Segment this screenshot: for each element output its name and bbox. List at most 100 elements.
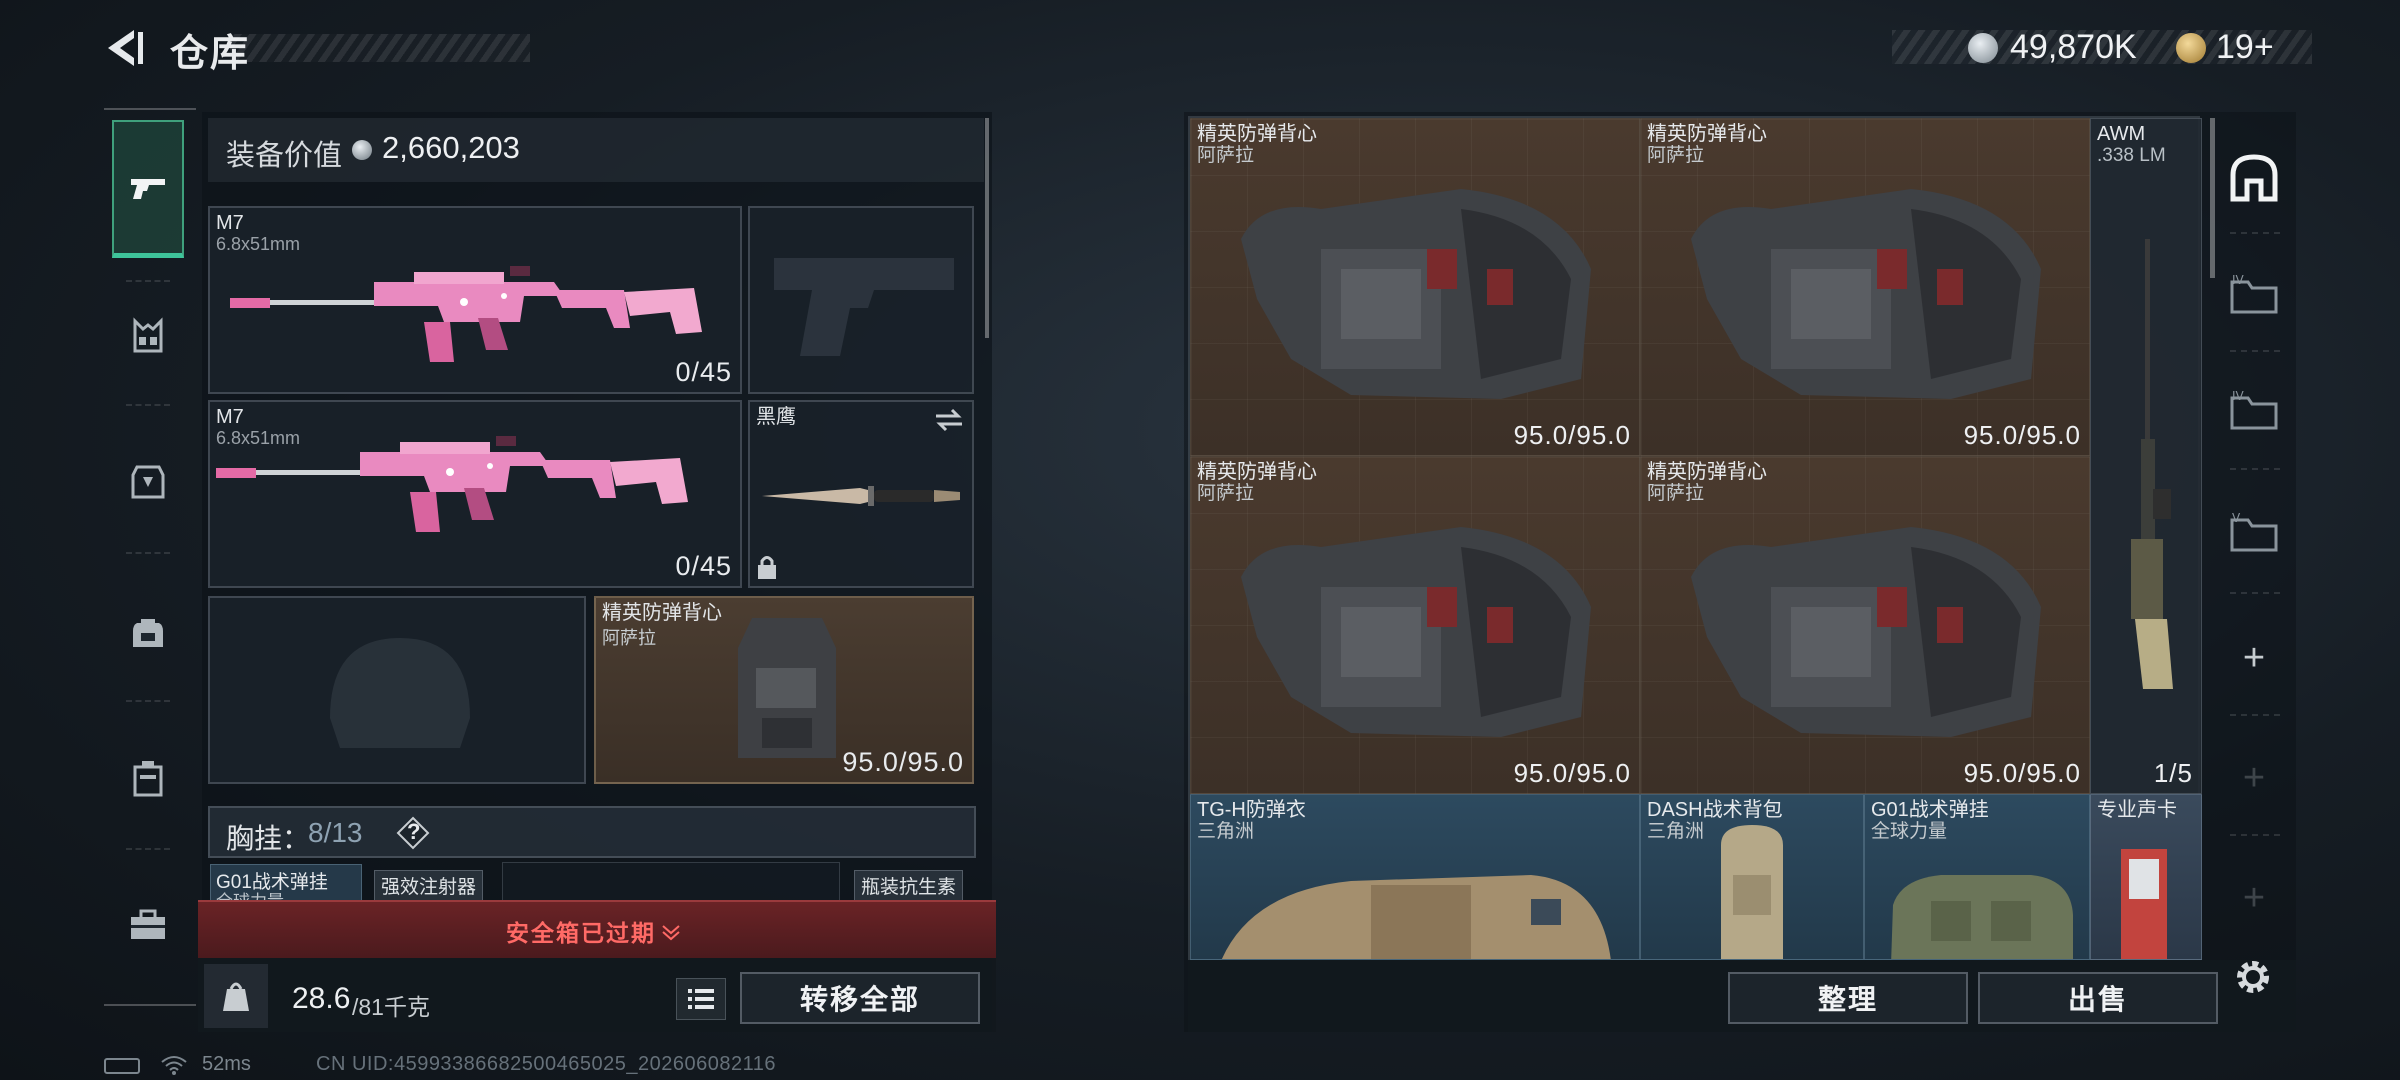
swap-icon[interactable] <box>934 408 964 432</box>
ping-readout: 52ms <box>202 1053 251 1075</box>
backpack-image <box>1721 825 1783 959</box>
storage-item-awm[interactable]: AWM .338 LM 1/5 <box>2090 118 2202 794</box>
item-durability: 95.0/95.0 <box>1963 420 2081 450</box>
help-button[interactable]: ? <box>396 816 430 850</box>
battery-icon <box>104 1058 140 1074</box>
primary-weapon-slot-1[interactable]: M7 6.8x51mm 0/45 <box>208 206 742 394</box>
storage-item-vest[interactable]: 精英防弹背心 阿萨拉 95.0/95.0 <box>1640 456 2090 794</box>
tab-storage-5[interactable]: V <box>2226 504 2282 560</box>
pistol-icon <box>131 178 165 199</box>
list-view-button[interactable] <box>676 978 726 1020</box>
item-durability: 95.0/95.0 <box>1513 758 1631 788</box>
sidebar-divider <box>126 700 170 702</box>
tab-weapons[interactable] <box>112 120 184 258</box>
m7-rifle-image <box>230 266 702 362</box>
storage-item-g01-rig[interactable]: G01战术弹挂 全球力量 <box>1864 794 2090 960</box>
storage-item-vest[interactable]: 精英防弹背心 阿萨拉 95.0/95.0 <box>1190 118 1640 456</box>
armor-slot[interactable]: 精英防弹背心 阿萨拉 95.0/95.0 <box>594 596 974 784</box>
item-name: 精英防弹背心 <box>1647 461 1767 483</box>
sort-button[interactable]: 整理 <box>1728 972 1968 1024</box>
vest-image <box>1691 527 2041 737</box>
chest-rig-icon <box>133 317 163 353</box>
folder-v-icon: V <box>2230 511 2278 552</box>
currency-main-value[interactable]: 49,870K <box>2010 28 2137 67</box>
folder-iv-icon: IV <box>2230 389 2278 430</box>
sidebar-divider <box>126 404 170 406</box>
weight-bag-button[interactable] <box>204 964 268 1028</box>
tab-storage-main[interactable] <box>2226 150 2282 206</box>
tab-storage-4b[interactable]: IV <box>2226 382 2282 438</box>
hafu-coin-icon <box>352 140 372 160</box>
weight-current: 28.6 <box>292 982 351 1015</box>
sell-button[interactable]: 出售 <box>1978 972 2218 1024</box>
plus-icon: + <box>2242 877 2266 919</box>
storage-item-vest[interactable]: 精英防弹背心 阿萨拉 95.0/95.0 <box>1190 456 1640 794</box>
sidebar-divider <box>2230 350 2280 352</box>
item-name: 精英防弹背心 <box>1197 123 1317 145</box>
tab-backpack[interactable] <box>112 592 184 672</box>
sound-card-image <box>2121 849 2167 959</box>
add-storage-button[interactable]: + <box>2226 630 2282 686</box>
melee-slot[interactable]: 黑鹰 <box>748 400 974 588</box>
lock-icon <box>758 556 776 579</box>
storage-item-sound-card[interactable]: 专业声卡 <box>2090 794 2202 960</box>
primary-weapon-slot-2[interactable]: M7 6.8x51mm 0/45 <box>208 400 742 588</box>
weapon-name: M7 <box>216 406 244 428</box>
ammo-count: 0/45 <box>675 357 732 387</box>
tab-armor[interactable] <box>112 442 184 522</box>
item-ammo-type: .338 LM <box>2097 145 2166 166</box>
storage-item-vest[interactable]: 精英防弹背心 阿萨拉 95.0/95.0 <box>1640 118 2090 456</box>
vest-image <box>1691 189 2041 399</box>
chest-rig-count: 8/13 <box>308 817 363 848</box>
secondary-weapon-slot[interactable] <box>748 206 974 394</box>
equipment-value: 2,660,203 <box>382 130 520 165</box>
tab-toolbox[interactable] <box>112 884 184 964</box>
locked-storage-slot: + <box>2226 870 2282 926</box>
tab-case[interactable] <box>112 738 184 818</box>
camo-armor-image <box>1221 875 1611 959</box>
storage-item-dash-backpack[interactable]: DASH战术背包 三角洲 <box>1640 794 1864 960</box>
loadout-scrollbar[interactable] <box>985 118 989 338</box>
help-glyph: ? <box>407 819 421 844</box>
hafu-coin-icon <box>1968 33 1998 63</box>
helmet-slot[interactable] <box>208 596 586 784</box>
item-durability: 95.0/95.0 <box>1963 758 2081 788</box>
folder-iv-icon: IV <box>2230 273 2278 314</box>
sidebar-divider <box>126 280 170 282</box>
sidebar-top-line <box>104 108 196 110</box>
safe-box-expired-text: 安全箱已过期 <box>506 920 656 946</box>
sidebar-divider <box>2230 232 2280 234</box>
tab-chest-rig[interactable] <box>112 296 184 376</box>
sidebar-divider <box>126 848 170 850</box>
vest-image <box>1241 189 1591 399</box>
vest-image <box>738 618 836 758</box>
item-durability: 95.0/95.0 <box>1513 420 1631 450</box>
helmet-placeholder-icon <box>330 638 470 748</box>
knife-image <box>762 486 960 506</box>
plus-icon: + <box>2242 757 2266 799</box>
weight-bag-icon <box>223 982 249 1011</box>
settings-button[interactable] <box>2230 954 2280 1004</box>
item-name: 精英防弹背心 <box>1197 461 1317 483</box>
chest-item-antibiotic[interactable]: 瓶装抗生素 <box>854 870 964 901</box>
melee-name: 黑鹰 <box>756 406 796 428</box>
storage-item-tgh-armor[interactable]: TG-H防弹衣 三角洲 <box>1190 794 1640 960</box>
currency-secondary-value[interactable]: 19+ <box>2216 28 2274 67</box>
transfer-all-button[interactable]: 转移全部 <box>740 972 980 1024</box>
chevron-down-icon <box>662 925 680 941</box>
locked-storage-slot: + <box>2226 750 2282 806</box>
back-button[interactable] <box>100 24 148 72</box>
item-name: 专业声卡 <box>2097 799 2177 821</box>
item-map: 三角洲 <box>1647 821 1705 842</box>
sidebar-divider <box>2230 468 2280 470</box>
rig-image <box>1891 875 2073 959</box>
wifi-icon <box>161 1056 187 1075</box>
svg-text:IV: IV <box>2232 389 2245 403</box>
armor-vest-icon <box>131 465 165 499</box>
item-count: 1/5 <box>2153 758 2193 788</box>
chest-item-injector[interactable]: 强效注射器 <box>374 870 484 901</box>
tab-storage-4[interactable]: IV <box>2226 266 2282 322</box>
weapon-ammo-type: 6.8x51mm <box>216 428 301 448</box>
item-name: AWM <box>2097 123 2146 145</box>
equipment-value-label: 装备价值 <box>226 140 343 172</box>
